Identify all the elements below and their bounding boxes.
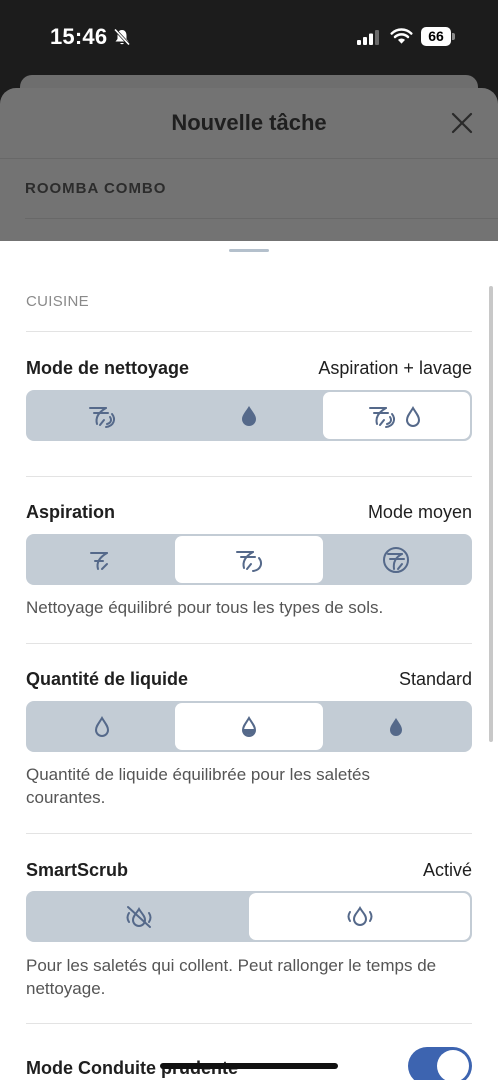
vacuum-and-mop-icon xyxy=(369,405,421,428)
liquid-standard-option[interactable] xyxy=(175,703,323,750)
scrollbar[interactable] xyxy=(489,286,493,742)
cleaning-mode-vacuum-option[interactable] xyxy=(28,392,175,439)
careful-drive-toggle[interactable] xyxy=(408,1047,472,1080)
room-label: CUISINE xyxy=(26,293,89,310)
divider xyxy=(26,1023,472,1024)
divider xyxy=(0,158,498,159)
divider xyxy=(26,476,472,477)
liquid-description: Quantité de liquide équilibrée pour les … xyxy=(26,765,371,807)
smartscrub-on-icon xyxy=(347,905,372,926)
liquid-low-option[interactable] xyxy=(28,703,175,750)
smartscrub-value: Activé xyxy=(422,860,472,880)
wifi-icon xyxy=(390,28,413,44)
battery-indicator: 66 xyxy=(421,27,455,46)
divider xyxy=(26,833,472,834)
cleaning-mode-vacuum-mop-option[interactable] xyxy=(322,392,470,439)
status-bar: 15:46 66 xyxy=(0,0,498,75)
new-task-modal: Nouvelle tâche ROOMBA COMBO xyxy=(0,88,498,248)
signal-icon xyxy=(357,30,379,45)
liquid-high-option[interactable] xyxy=(323,703,470,750)
cleaning-mode-mop-option[interactable] xyxy=(175,392,322,439)
water-drop-icon xyxy=(241,405,256,426)
vacuum-icon xyxy=(88,406,115,428)
bell-muted-icon xyxy=(113,28,131,46)
divider xyxy=(25,218,498,219)
suction-medium-icon xyxy=(235,550,262,572)
toggle-knob xyxy=(437,1050,469,1080)
smartscrub-label: SmartScrub xyxy=(26,860,129,880)
suction-low-option[interactable] xyxy=(28,536,175,583)
battery-level: 66 xyxy=(421,27,451,46)
liquid-standard-icon xyxy=(241,715,256,737)
modal-title: Nouvelle tâche xyxy=(171,110,327,135)
suction-high-icon xyxy=(383,546,410,573)
liquid-label: Quantité de liquide xyxy=(26,669,189,689)
settings-sheet: CUISINE Mode de nettoyage Aspiration + l… xyxy=(0,241,498,1080)
cleaning-mode-label: Mode de nettoyage xyxy=(26,358,190,378)
robot-name: ROOMBA COMBO xyxy=(25,180,167,197)
liquid-selector xyxy=(26,701,472,752)
liquid-low-icon xyxy=(94,715,109,737)
smartscrub-off-option[interactable] xyxy=(28,893,249,940)
smartscrub-off-icon xyxy=(126,905,151,928)
smartscrub-description: Pour les saletés qui collent. Peut rallo… xyxy=(26,956,437,998)
liquid-high-icon xyxy=(390,717,403,736)
suction-label: Aspiration xyxy=(26,502,116,522)
suction-low-icon xyxy=(89,551,108,570)
divider xyxy=(26,643,472,644)
status-time: 15:46 xyxy=(50,24,108,49)
suction-selector xyxy=(26,534,472,585)
divider xyxy=(26,331,472,332)
suction-description: Nettoyage équilibré pour tous les types … xyxy=(26,598,384,617)
home-indicator[interactable] xyxy=(160,1063,338,1069)
suction-value: Mode moyen xyxy=(367,502,472,522)
smartscrub-selector xyxy=(26,891,472,942)
cleaning-mode-value: Aspiration + lavage xyxy=(318,358,472,378)
liquid-value: Standard xyxy=(398,669,472,689)
close-icon[interactable] xyxy=(451,112,473,134)
suction-medium-option[interactable] xyxy=(175,536,323,583)
suction-high-option[interactable] xyxy=(323,536,470,583)
cleaning-mode-selector xyxy=(26,390,472,441)
smartscrub-on-option[interactable] xyxy=(249,893,470,940)
sheet-grabber[interactable] xyxy=(229,249,269,252)
